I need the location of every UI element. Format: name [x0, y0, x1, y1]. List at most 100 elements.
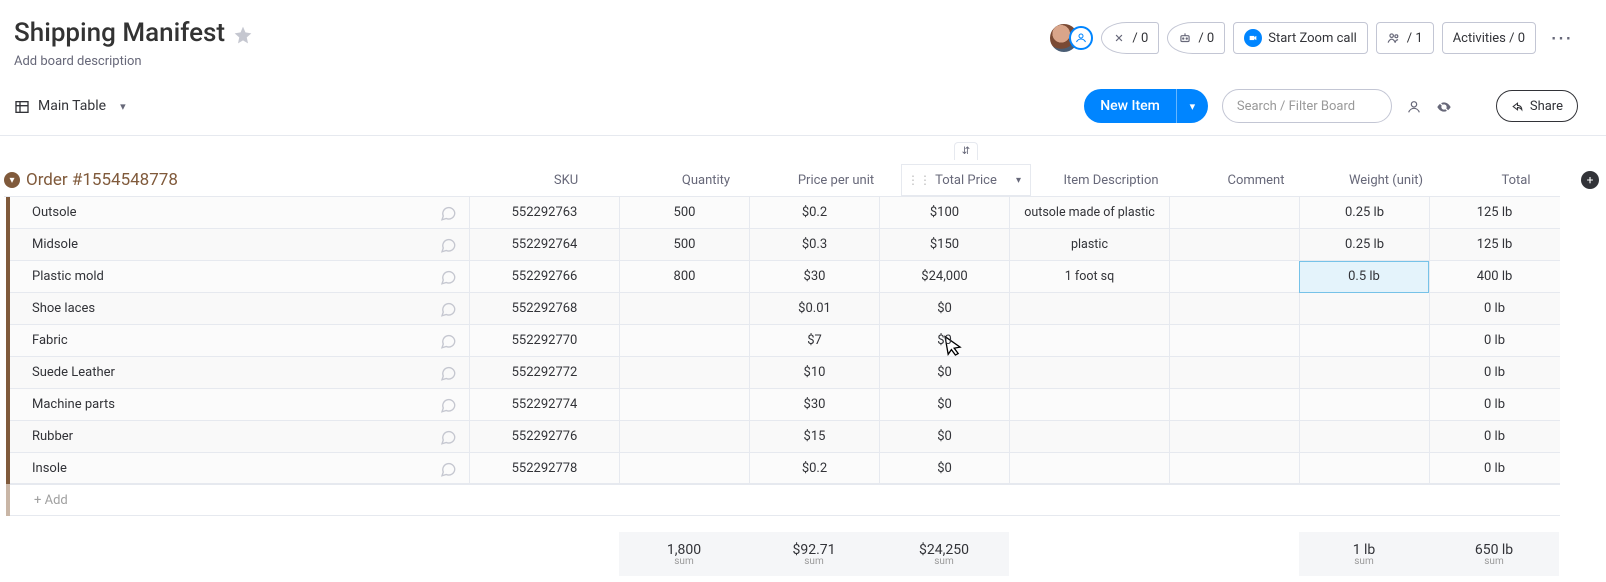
chat-icon[interactable]	[439, 330, 469, 351]
cell-quantity[interactable]	[619, 421, 749, 453]
sort-icon[interactable]	[1466, 97, 1482, 116]
new-item-button[interactable]: New Item ▾	[1084, 89, 1208, 123]
cell-weight[interactable]	[1299, 389, 1429, 421]
cell-ppu[interactable]: $0.2	[749, 197, 879, 229]
table-row[interactable]: Fabric 552292770 $7 $0 0 lb	[4, 324, 1560, 356]
cell-ppu[interactable]: $0.2	[749, 452, 879, 484]
column-resize-icon[interactable]: ⇵	[954, 142, 978, 160]
chat-icon[interactable]	[439, 202, 469, 223]
cell-description[interactable]	[1009, 389, 1169, 421]
board-description[interactable]: Add board description	[14, 54, 253, 69]
share-button[interactable]: Share	[1496, 90, 1578, 122]
cell-description[interactable]	[1009, 452, 1169, 484]
item-name[interactable]: Plastic mold	[26, 269, 439, 284]
cell-total-price[interactable]: $0	[879, 389, 1009, 421]
table-row[interactable]: Midsole 552292764 500 $0.3 $150 plastic …	[4, 228, 1560, 260]
item-name[interactable]: Fabric	[26, 333, 439, 348]
add-column-icon[interactable]: +	[1581, 171, 1599, 189]
table-row[interactable]: Machine parts 552292774 $30 $0 0 lb	[4, 388, 1560, 420]
cell-comment[interactable]	[1169, 261, 1299, 293]
cell-weight[interactable]	[1299, 293, 1429, 325]
cell-ppu[interactable]: $0.3	[749, 229, 879, 261]
column-header-description[interactable]: Item Description	[1031, 173, 1191, 188]
cell-comment[interactable]	[1169, 452, 1299, 484]
cell-description[interactable]	[1009, 293, 1169, 325]
cell-ppu[interactable]: $15	[749, 421, 879, 453]
cell-description[interactable]	[1009, 357, 1169, 389]
column-header-comment[interactable]: Comment	[1191, 173, 1321, 188]
cell-ppu[interactable]: $10	[749, 357, 879, 389]
item-name[interactable]: Rubber	[26, 429, 439, 444]
cell-comment[interactable]	[1169, 325, 1299, 357]
drag-handle-icon[interactable]: ⋮⋮	[907, 173, 931, 187]
cell-total[interactable]: 0 lb	[1429, 325, 1559, 357]
cell-quantity[interactable]: 800	[619, 261, 749, 293]
cell-quantity[interactable]: 500	[619, 197, 749, 229]
cell-weight[interactable]	[1299, 325, 1429, 357]
cell-total[interactable]: 400 lb	[1429, 261, 1559, 293]
new-item-caret-icon[interactable]: ▾	[1176, 89, 1208, 123]
search-input[interactable]: Search / Filter Board	[1222, 89, 1392, 123]
table-row[interactable]: Rubber 552292776 $15 $0 0 lb	[4, 420, 1560, 452]
cell-description[interactable]	[1009, 325, 1169, 357]
table-row[interactable]: Outsole 552292763 500 $0.2 $100 outsole …	[4, 196, 1560, 228]
cell-total-price[interactable]: $0	[879, 421, 1009, 453]
table-row[interactable]: Shoe laces 552292768 $0.01 $0 0 lb	[4, 292, 1560, 324]
cell-total-price[interactable]: $0	[879, 293, 1009, 325]
table-row[interactable]: Plastic mold 552292766 800 $30 $24,000 1…	[4, 260, 1560, 292]
cell-total-price[interactable]: $0	[879, 357, 1009, 389]
cell-sku[interactable]: 552292774	[469, 389, 619, 421]
cell-comment[interactable]	[1169, 197, 1299, 229]
cell-quantity[interactable]	[619, 452, 749, 484]
item-name[interactable]: Midsole	[26, 237, 439, 252]
cell-description[interactable]: plastic	[1009, 229, 1169, 261]
more-menu-icon[interactable]: ⋯	[1544, 26, 1578, 51]
sort-caret-icon[interactable]: ▾	[1016, 175, 1021, 186]
cell-quantity[interactable]	[619, 389, 749, 421]
cell-sku[interactable]: 552292766	[469, 261, 619, 293]
cell-sku[interactable]: 552292778	[469, 452, 619, 484]
cell-ppu[interactable]: $30	[749, 261, 879, 293]
chat-icon[interactable]	[439, 458, 469, 479]
column-header-quantity[interactable]: Quantity	[641, 173, 771, 188]
cell-quantity[interactable]	[619, 325, 749, 357]
chat-icon[interactable]	[439, 234, 469, 255]
cell-sku[interactable]: 552292768	[469, 293, 619, 325]
cell-weight[interactable]	[1299, 452, 1429, 484]
cell-comment[interactable]	[1169, 421, 1299, 453]
column-header-sku[interactable]: SKU	[491, 173, 641, 188]
cell-total[interactable]: 0 lb	[1429, 357, 1559, 389]
chat-icon[interactable]	[439, 298, 469, 319]
cell-comment[interactable]	[1169, 389, 1299, 421]
item-name[interactable]: Shoe laces	[26, 301, 439, 316]
table-row[interactable]: Suede Leather 552292772 $10 $0 0 lb	[4, 356, 1560, 388]
cell-sku[interactable]: 552292770	[469, 325, 619, 357]
hide-columns-icon[interactable]	[1436, 97, 1452, 116]
cell-weight[interactable]	[1299, 421, 1429, 453]
cell-sku[interactable]: 552292772	[469, 357, 619, 389]
cell-description[interactable]: outsole made of plastic	[1009, 197, 1169, 229]
item-name[interactable]: Machine parts	[26, 397, 439, 412]
cell-total[interactable]: 125 lb	[1429, 197, 1559, 229]
item-name[interactable]: Outsole	[26, 205, 439, 220]
cell-description[interactable]	[1009, 421, 1169, 453]
person-filter-icon[interactable]	[1406, 97, 1422, 116]
cell-total[interactable]: 0 lb	[1429, 389, 1559, 421]
item-name[interactable]: Suede Leather	[26, 365, 439, 380]
activities-button[interactable]: Activities / 0	[1442, 22, 1536, 54]
cell-comment[interactable]	[1169, 357, 1299, 389]
people-button[interactable]: / 1	[1376, 22, 1434, 54]
cell-sku[interactable]: 552292763	[469, 197, 619, 229]
item-name[interactable]: Insole	[26, 461, 439, 476]
cell-total[interactable]: 0 lb	[1429, 293, 1559, 325]
cell-weight[interactable]: 0.25 lb	[1299, 229, 1429, 261]
cell-total[interactable]: 125 lb	[1429, 229, 1559, 261]
group-collapse-icon[interactable]: ▾	[4, 172, 20, 188]
cell-quantity[interactable]	[619, 293, 749, 325]
cell-ppu[interactable]: $7	[749, 325, 879, 357]
cell-ppu[interactable]: $0.01	[749, 293, 879, 325]
chat-icon[interactable]	[439, 394, 469, 415]
integrations-button[interactable]: / 0	[1101, 22, 1159, 54]
cell-comment[interactable]	[1169, 229, 1299, 261]
board-owner-avatar[interactable]	[1049, 23, 1093, 53]
